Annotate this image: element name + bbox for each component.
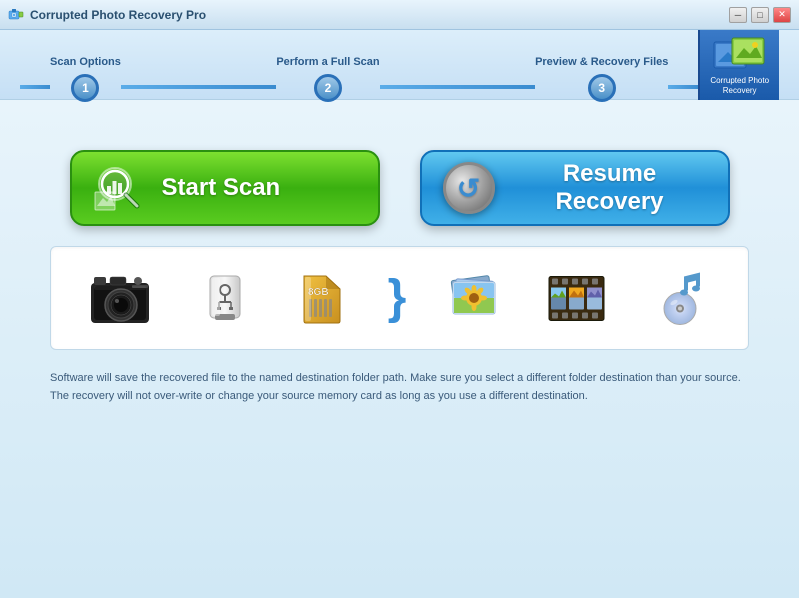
step-3: Preview & Recovery Files 3 <box>535 56 668 102</box>
step-2: Perform a Full Scan 2 <box>276 56 379 102</box>
resume-recovery-icon-area <box>442 161 496 215</box>
camera-icon <box>86 263 156 333</box>
step-1-label: Scan Options <box>50 56 121 68</box>
sd-card-icon-container: 8GB <box>294 271 349 326</box>
film-icon <box>544 266 609 331</box>
step-2-circle: 2 <box>314 74 342 102</box>
start-scan-button[interactable]: Start Scan <box>70 150 380 226</box>
info-text: Software will save the recovered file to… <box>40 370 759 405</box>
bracket-icon-container: } <box>388 274 407 322</box>
resume-recovery-label: Resume Recovery <box>512 160 708 216</box>
start-scan-icon-area <box>92 161 146 215</box>
steps-row: Scan Options 1 Perform a Full Scan 2 Pre… <box>20 28 698 102</box>
start-scan-label: Start Scan <box>162 174 281 202</box>
resume-recovery-button[interactable]: Resume Recovery <box>420 150 730 226</box>
title-bar: Corrupted Photo Recovery Pro ─ □ ✕ <box>0 0 799 30</box>
camera-icon-container <box>86 263 156 333</box>
step-1-circle: 1 <box>71 74 99 102</box>
title-bar-controls: ─ □ ✕ <box>729 7 791 23</box>
step-2-label: Perform a Full Scan <box>276 56 379 68</box>
close-button[interactable]: ✕ <box>773 7 791 23</box>
audio-icon-container <box>648 266 713 331</box>
logo-area: Corrupted Photo Recovery <box>698 30 779 100</box>
step-3-label: Preview & Recovery Files <box>535 56 668 68</box>
step-line-1-2 <box>121 85 276 89</box>
app-icon-small <box>8 7 24 23</box>
title-bar-left: Corrupted Photo Recovery Pro <box>8 7 206 23</box>
icons-panel: 8GB } <box>50 246 749 350</box>
right-bracket-icon: } <box>388 274 407 322</box>
step-line-2-3 <box>380 85 535 89</box>
steps-bar: Scan Options 1 Perform a Full Scan 2 Pre… <box>0 30 799 100</box>
film-icon-container <box>544 266 609 331</box>
logo-text: Corrupted Photo Recovery <box>710 76 769 95</box>
sd-card-icon: 8GB <box>294 271 349 326</box>
recovery-icon <box>443 162 495 214</box>
logo-icon <box>712 34 767 76</box>
maximize-button[interactable]: □ <box>751 7 769 23</box>
app-title: Corrupted Photo Recovery Pro <box>30 8 206 22</box>
step-3-circle: 3 <box>588 74 616 102</box>
audio-icon <box>648 266 713 331</box>
usb-drive-icon <box>195 268 255 328</box>
buttons-row: Start Scan Resume Recovery <box>40 150 759 226</box>
minimize-button[interactable]: ─ <box>729 7 747 23</box>
photos-icon <box>445 268 505 328</box>
svg-text:8GB: 8GB <box>308 287 329 298</box>
step-line-before-1 <box>20 85 50 89</box>
photos-icon-container <box>445 268 505 328</box>
main-content: Start Scan Resume Recovery <box>0 100 799 598</box>
step-1: Scan Options 1 <box>50 56 121 102</box>
scan-icon <box>93 162 145 214</box>
usb-drive-icon-container <box>195 268 255 328</box>
step-line-after-3 <box>668 85 698 89</box>
